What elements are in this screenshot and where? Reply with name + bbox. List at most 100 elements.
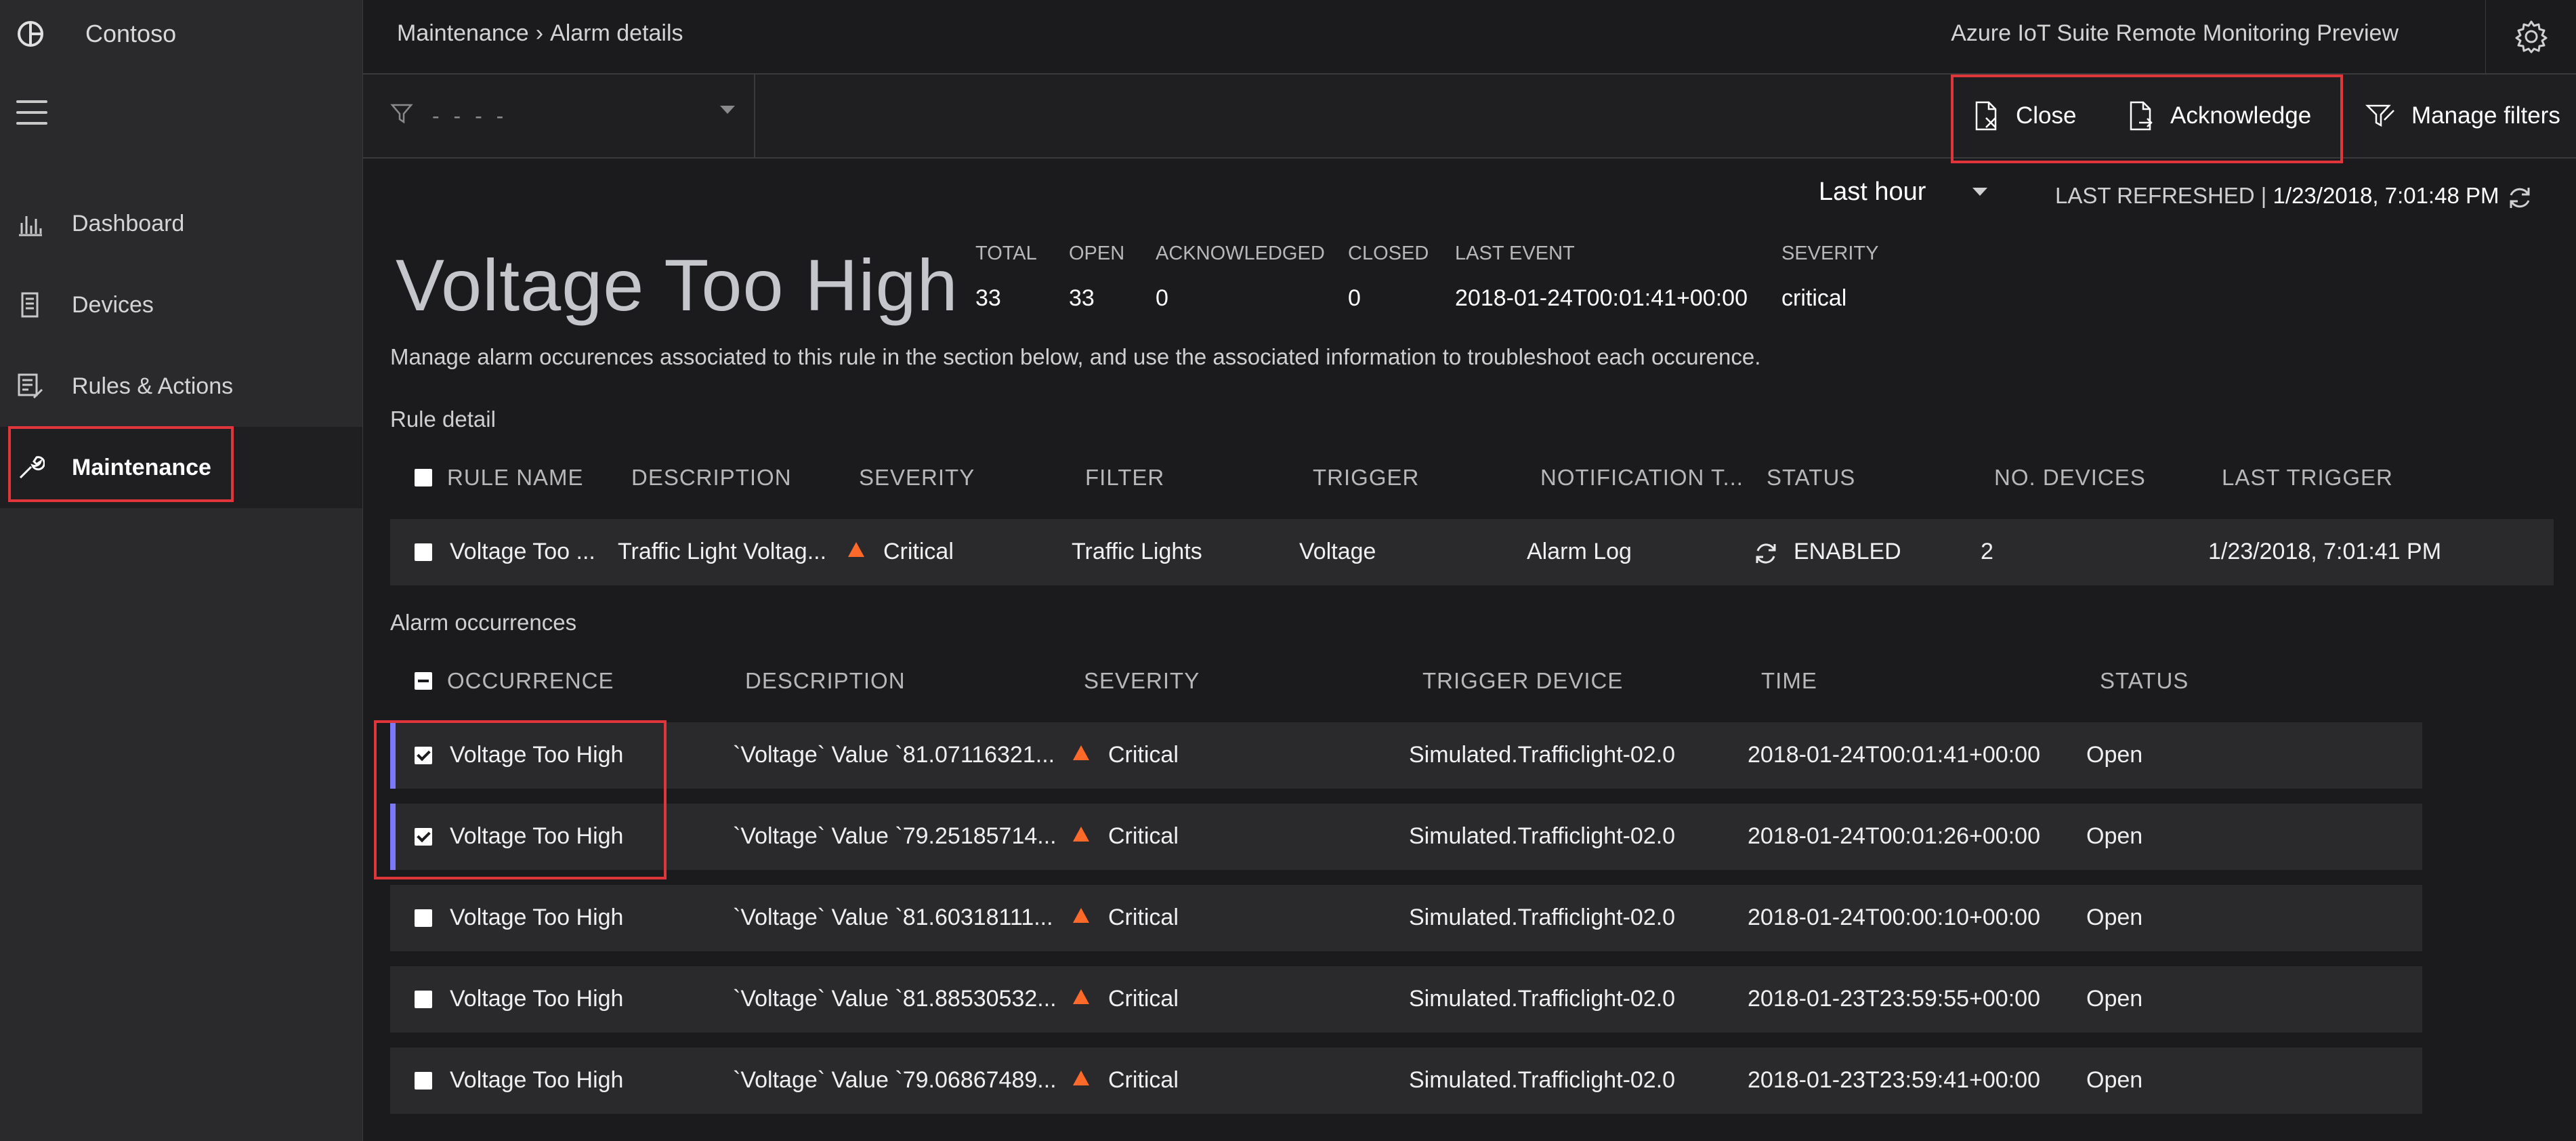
occurrence-name: Voltage Too High — [450, 1067, 624, 1093]
selected-indicator — [390, 804, 396, 870]
breadcrumb-root[interactable]: Maintenance — [397, 20, 529, 46]
row-checkbox[interactable] — [415, 747, 432, 764]
severity-critical-icon — [1073, 908, 1089, 923]
acknowledge-document-icon — [2130, 101, 2153, 131]
column-header[interactable]: SEVERITY — [859, 465, 975, 491]
trigger-device[interactable]: Simulated.Trafficlight-02.0 — [1409, 823, 1675, 850]
refresh-icon[interactable] — [2506, 184, 2533, 211]
sidebar-item-dashboard[interactable]: Dashboard — [0, 183, 362, 264]
severity-critical-icon — [1073, 989, 1089, 1004]
context-toolbar: - - - - Close Acknowledge Manage filters — [363, 75, 2576, 159]
trigger-device[interactable]: Simulated.Trafficlight-02.0 — [1409, 905, 1675, 931]
column-header[interactable]: TIME — [1761, 668, 1817, 694]
occurrence-severity: Critical — [1108, 905, 1179, 930]
column-header[interactable]: STATUS — [2100, 668, 2189, 694]
alarm-occurrences-heading: Alarm occurrences — [390, 610, 577, 635]
stat-closed: CLOSED 0 — [1348, 243, 1429, 312]
stat-value: 2018-01-24T00:01:41+00:00 — [1455, 285, 1748, 311]
occurrence-description: `Voltage` Value `81.88530532... — [733, 986, 1057, 1012]
chevron-down-icon — [720, 106, 735, 114]
rule-row[interactable]: Voltage Too ... Traffic Light Voltag... … — [390, 519, 2554, 585]
occurrence-row[interactable]: Voltage Too High `Voltage` Value `79.251… — [390, 804, 2422, 870]
brand[interactable]: Contoso — [16, 16, 176, 51]
close-button[interactable]: Close — [1972, 75, 2076, 157]
trigger-device[interactable]: Simulated.Trafficlight-02.0 — [1409, 742, 1675, 768]
page-description: Manage alarm occurences associated to th… — [390, 344, 1761, 369]
sidebar-item-devices[interactable]: Devices — [0, 264, 362, 346]
devices-icon — [21, 292, 39, 318]
breadcrumb-current: Alarm details — [550, 20, 683, 46]
column-header[interactable]: TRIGGER DEVICE — [1422, 668, 1623, 694]
occurrence-name: Voltage Too High — [450, 823, 624, 849]
close-document-icon — [1975, 101, 1997, 131]
row-checkbox[interactable] — [415, 1072, 432, 1090]
occurrence-row[interactable]: Voltage Too High `Voltage` Value `81.071… — [390, 722, 2422, 789]
stat-label: ACKNOWLEDGED — [1156, 243, 1325, 264]
trigger-device[interactable]: Simulated.Trafficlight-02.0 — [1409, 986, 1675, 1012]
rule-notification: Alarm Log — [1527, 539, 1632, 564]
column-header[interactable]: STATUS — [1767, 465, 1855, 491]
occurrence-status: Open — [2086, 905, 2143, 930]
occurrence-row[interactable]: Voltage Too High `Voltage` Value `81.603… — [390, 885, 2422, 951]
rule-device-count: 2 — [1981, 539, 1993, 564]
trigger-device[interactable]: Simulated.Trafficlight-02.0 — [1409, 1067, 1675, 1094]
rule-name: Voltage Too ... — [450, 539, 595, 564]
column-header[interactable]: RULE NAME — [447, 465, 584, 491]
column-header[interactable]: NOTIFICATION T... — [1540, 465, 1744, 491]
top-header: Maintenance › Alarm details Azure IoT Suit… — [363, 0, 2576, 75]
occurrence-row[interactable]: Voltage Too High `Voltage` Value `79.068… — [390, 1047, 2422, 1114]
acknowledge-button[interactable]: Acknowledge — [2127, 75, 2311, 157]
occurrence-time: 2018-01-24T00:01:41+00:00 — [1748, 742, 2040, 768]
brand-name: Contoso — [85, 20, 177, 47]
column-header[interactable]: OCCURRENCE — [447, 668, 614, 694]
stat-value: 0 — [1348, 285, 1361, 311]
occurrence-status: Open — [2086, 742, 2143, 768]
column-header[interactable]: FILTER — [1085, 465, 1164, 491]
occurrence-severity: Critical — [1108, 742, 1179, 768]
rule-trigger: Voltage — [1299, 539, 1376, 564]
manage-filters-button[interactable]: Manage filters — [2365, 75, 2560, 157]
sidebar-item-rules[interactable]: Rules & Actions — [0, 346, 362, 427]
occurrence-row[interactable]: Voltage Too High `Voltage` Value `81.885… — [390, 966, 2422, 1033]
column-header[interactable]: DESCRIPTION — [745, 668, 906, 694]
contoso-logo-icon — [18, 21, 43, 47]
occurrence-name: Voltage Too High — [450, 742, 624, 768]
select-all-rules-checkbox[interactable] — [415, 469, 432, 486]
stat-open: OPEN 33 — [1069, 243, 1124, 312]
settings-button[interactable] — [2485, 0, 2576, 73]
occurrence-description: `Voltage` Value `79.25185714... — [733, 823, 1057, 849]
row-checkbox[interactable] — [415, 991, 432, 1008]
occurrence-status: Open — [2086, 823, 2143, 849]
hamburger-menu-icon[interactable] — [16, 100, 47, 127]
sidebar-item-label: Rules & Actions — [72, 373, 234, 399]
column-header[interactable]: NO. DEVICES — [1994, 465, 2146, 491]
row-checkbox[interactable] — [415, 828, 432, 846]
sidebar-item-maintenance[interactable]: Maintenance — [0, 427, 362, 508]
column-header[interactable]: SEVERITY — [1084, 668, 1200, 694]
column-header[interactable]: LAST TRIGGER — [2222, 465, 2393, 491]
selected-indicator — [390, 722, 396, 789]
column-header[interactable]: DESCRIPTION — [631, 465, 792, 491]
column-header[interactable]: TRIGGER — [1313, 465, 1419, 491]
chevron-down-icon[interactable] — [1971, 186, 1989, 197]
row-checkbox[interactable] — [415, 543, 432, 561]
stat-label: CLOSED — [1348, 243, 1429, 264]
page-title: Voltage Too High — [396, 244, 958, 326]
manage-filters-icon — [2365, 104, 2394, 127]
timeframe-select[interactable]: Last hour — [1819, 178, 1926, 207]
filter-icon — [390, 104, 413, 124]
select-all-occurrences-checkbox[interactable] — [415, 672, 432, 690]
sidebar-nav: Dashboard Devices Rules & Actions Mainte… — [0, 183, 362, 508]
stat-severity: SEVERITY critical — [1781, 243, 1878, 312]
occurrence-time: 2018-01-23T23:59:55+00:00 — [1748, 986, 2040, 1012]
occurrence-status: Open — [2086, 986, 2143, 1012]
close-button-label: Close — [2016, 102, 2077, 129]
occurrence-name: Voltage Too High — [450, 986, 624, 1012]
manage-filters-label: Manage filters — [2411, 102, 2560, 129]
device-group-select[interactable]: - - - - — [363, 75, 755, 157]
row-checkbox[interactable] — [415, 909, 432, 927]
rule-description: Traffic Light Voltag... — [618, 539, 827, 564]
occurrence-severity: Critical — [1108, 823, 1179, 849]
stat-label: SEVERITY — [1781, 243, 1879, 264]
last-refreshed: LAST REFRESHED | 1/23/2018, 7:01:48 PM — [2055, 183, 2499, 209]
